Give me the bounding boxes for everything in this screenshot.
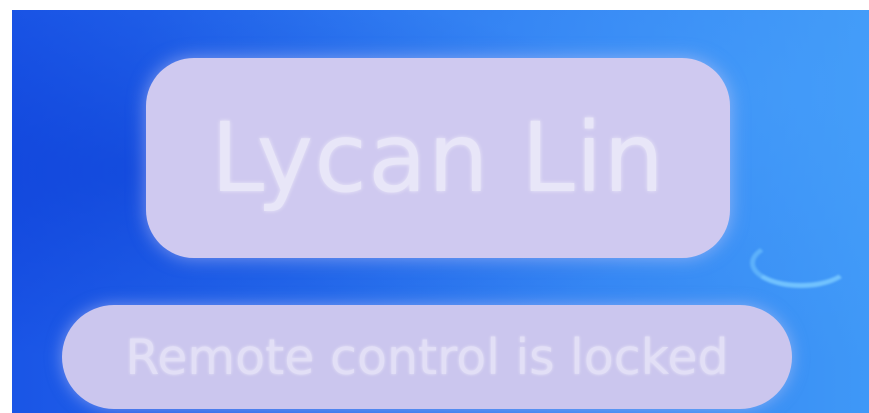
status-banner: Remote control is locked <box>62 305 792 409</box>
user-name-label: Lycan Lin <box>210 102 666 214</box>
status-message-label: Remote control is locked <box>125 328 729 386</box>
remote-control-screen: Lycan Lin Remote control is locked <box>12 10 869 413</box>
loading-spinner-icon <box>750 238 852 288</box>
user-name-badge: Lycan Lin <box>146 58 730 258</box>
